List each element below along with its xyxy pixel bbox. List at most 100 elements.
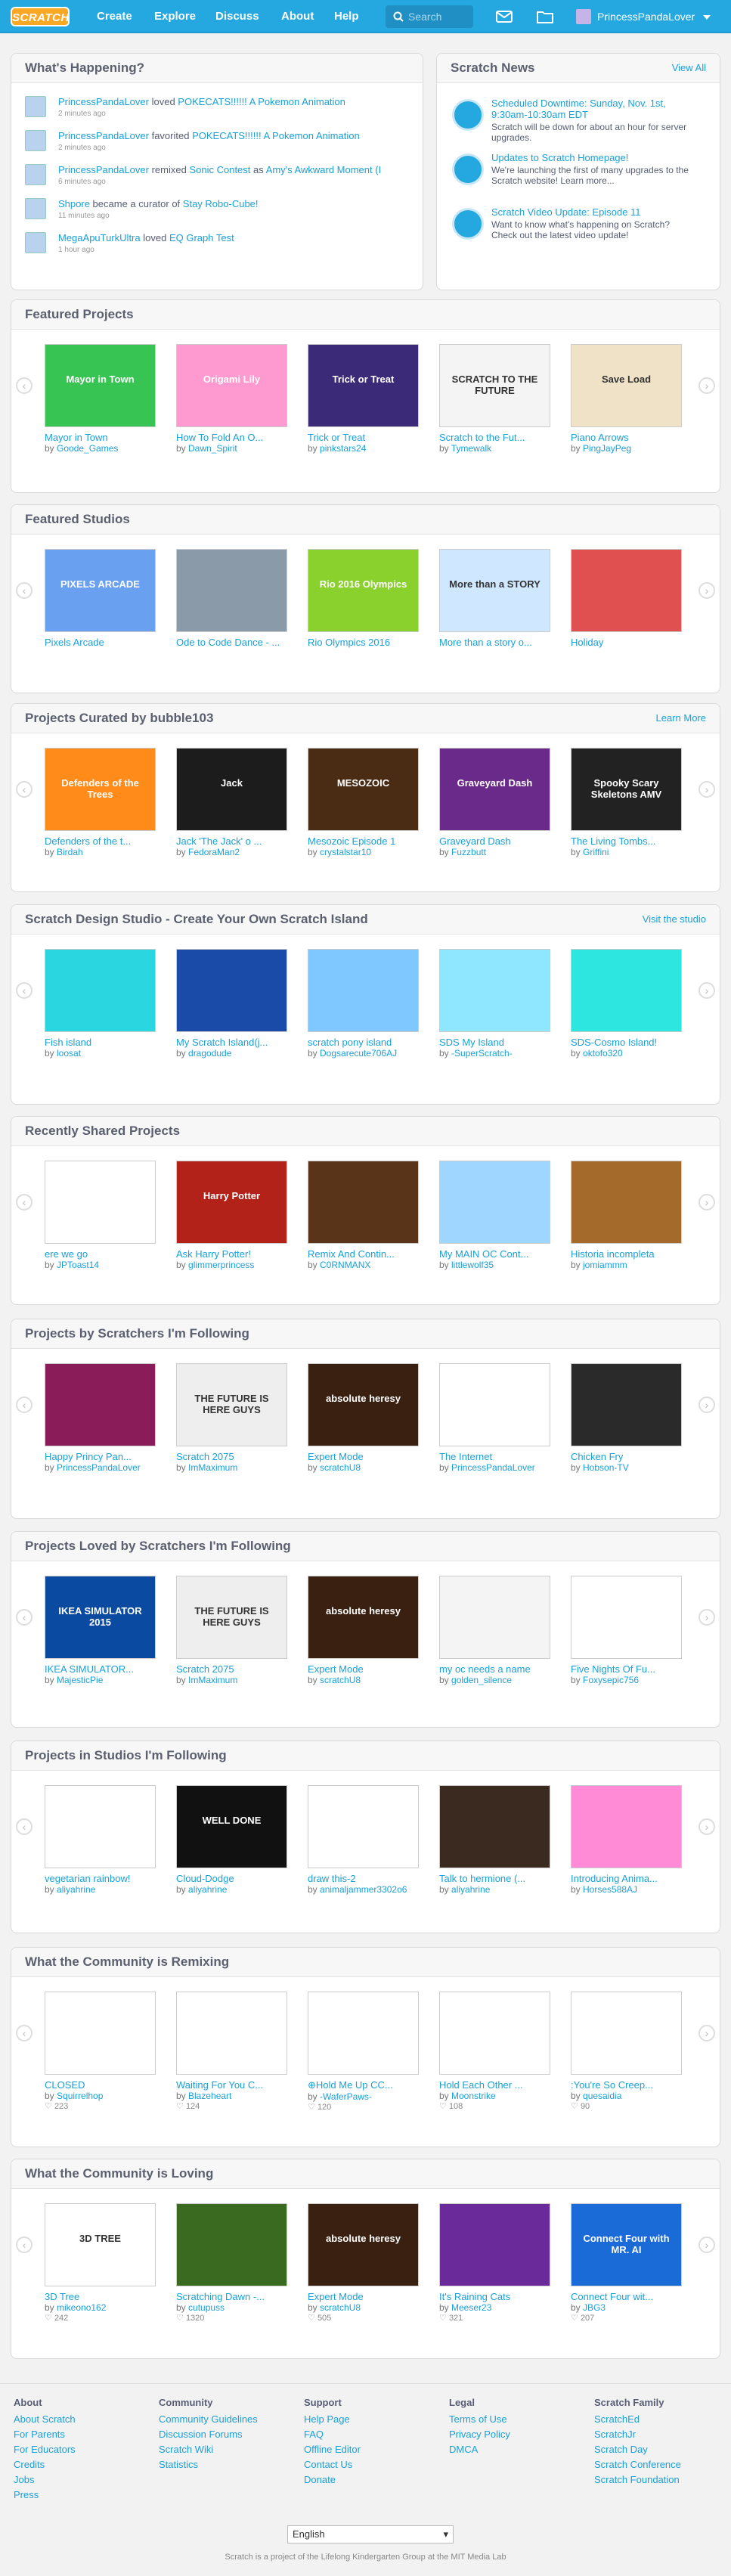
project-card[interactable]: Defenders of the Trees Defenders of the t… xyxy=(45,748,156,857)
footer-link[interactable]: Donate xyxy=(304,2472,361,2488)
project-title[interactable]: Talk to hermione (... xyxy=(439,1873,550,1884)
project-title[interactable]: Scratch 2075 xyxy=(176,1663,287,1675)
project-card[interactable]: More than a STORY More than a story o... xyxy=(439,549,550,648)
project-thumbnail[interactable] xyxy=(439,1363,550,1446)
project-card[interactable]: Scratching Dawn -... by cutupuss ♡ 1320 xyxy=(176,2203,287,2323)
project-thumbnail[interactable] xyxy=(571,549,682,632)
project-thumbnail[interactable]: Rio 2016 Olympics xyxy=(308,549,419,632)
author-link[interactable]: ImMaximum xyxy=(188,1462,237,1473)
project-card[interactable]: SDS-Cosmo Island! by oktofo320 xyxy=(571,949,682,1059)
carousel-header-link[interactable]: Visit the studio xyxy=(643,905,706,934)
footer-link[interactable]: Terms of Use xyxy=(449,2412,510,2427)
project-title[interactable]: How To Fold An O... xyxy=(176,432,287,443)
carousel-prev-arrow-icon[interactable]: ‹ xyxy=(16,2025,33,2041)
nav-explore[interactable]: Explore xyxy=(154,0,196,33)
author-link[interactable]: Foxysepic756 xyxy=(583,1675,639,1685)
project-title[interactable]: Jack 'The Jack' o ... xyxy=(176,835,287,847)
project-card[interactable]: my oc needs a name by golden_silence xyxy=(439,1576,550,1685)
footer-link[interactable]: For Parents xyxy=(14,2427,76,2442)
carousel-prev-arrow-icon[interactable]: ‹ xyxy=(16,582,33,599)
project-title[interactable]: Scratch 2075 xyxy=(176,1451,287,1462)
project-title[interactable]: Holiday xyxy=(571,637,682,648)
project-card[interactable]: PIXELS ARCADE Pixels Arcade xyxy=(45,549,156,648)
project-title[interactable]: Graveyard Dash xyxy=(439,835,550,847)
project-thumbnail[interactable]: absolute heresy xyxy=(308,2203,419,2286)
project-title[interactable]: Expert Mode xyxy=(308,1451,419,1462)
carousel-prev-arrow-icon[interactable]: ‹ xyxy=(16,781,33,798)
footer-link[interactable]: ScratchJr xyxy=(594,2427,681,2442)
project-card[interactable]: Graveyard Dash Graveyard Dash by Fuzzbutt xyxy=(439,748,550,857)
project-title[interactable]: Historia incompleta xyxy=(571,1248,682,1260)
project-title[interactable]: my oc needs a name xyxy=(439,1663,550,1675)
author-link[interactable]: Griffini xyxy=(583,847,609,857)
project-title[interactable]: The Internet xyxy=(439,1451,550,1462)
carousel-prev-arrow-icon[interactable]: ‹ xyxy=(16,2237,33,2253)
activity-target-link[interactable]: EQ Graph Test xyxy=(169,232,234,243)
project-thumbnail[interactable] xyxy=(439,2203,550,2286)
project-card[interactable]: It's Raining Cats by Meeser23 ♡ 321 xyxy=(439,2203,550,2323)
project-thumbnail[interactable]: THE FUTURE IS HERE GUYS xyxy=(176,1576,287,1659)
project-title[interactable]: Rio Olympics 2016 xyxy=(308,637,419,648)
project-title[interactable]: SDS My Island xyxy=(439,1037,550,1048)
project-thumbnail[interactable] xyxy=(571,949,682,1032)
carousel-next-arrow-icon[interactable]: › xyxy=(698,982,715,999)
footer-link[interactable]: DMCA xyxy=(449,2442,510,2457)
project-title[interactable]: Ask Harry Potter! xyxy=(176,1248,287,1260)
author-link[interactable]: cutupuss xyxy=(188,2302,225,2313)
avatar[interactable] xyxy=(576,9,591,24)
chevron-down-icon[interactable] xyxy=(703,15,711,20)
author-link[interactable]: Moonstrike xyxy=(451,2091,496,2101)
project-card[interactable]: Five Nights Of Fu... by Foxysepic756 xyxy=(571,1576,682,1685)
news-title[interactable]: Scratch Video Update: Episode 11 xyxy=(491,206,695,218)
project-thumbnail[interactable] xyxy=(439,949,550,1032)
user-thumbnail[interactable] xyxy=(25,96,46,117)
project-thumbnail[interactable] xyxy=(176,549,287,632)
project-thumbnail[interactable] xyxy=(45,949,156,1032)
carousel-next-arrow-icon[interactable]: › xyxy=(698,377,715,394)
author-link[interactable]: PrincessPandaLover xyxy=(451,1462,535,1473)
carousel-prev-arrow-icon[interactable]: ‹ xyxy=(16,1194,33,1211)
project-title[interactable]: scratch pony island xyxy=(308,1037,419,1048)
project-card[interactable]: Connect Four with MR. AI Connect Four wit… xyxy=(571,2203,682,2323)
project-thumbnail[interactable] xyxy=(571,1785,682,1868)
project-card[interactable]: Introducing Anima... by Horses588AJ xyxy=(571,1785,682,1895)
project-card[interactable]: :You're So Creep... by quesaidia ♡ 90 xyxy=(571,1992,682,2111)
activity-user-link[interactable]: MegaApuTurkUltra xyxy=(58,232,141,243)
news-item[interactable]: Scheduled Downtime: Sunday, Nov. 1st, 9:… xyxy=(446,96,695,143)
activity-target-link[interactable]: Stay Robo-Cube! xyxy=(183,198,259,209)
project-title[interactable]: SDS-Cosmo Island! xyxy=(571,1037,682,1048)
project-card[interactable]: SDS My Island by -SuperScratch- xyxy=(439,949,550,1059)
author-link[interactable]: Goode_Games xyxy=(57,443,118,454)
project-thumbnail[interactable]: Save Load xyxy=(571,344,682,427)
activity-target-link[interactable]: Sonic Contest xyxy=(189,164,250,175)
author-link[interactable]: C0RNMANX xyxy=(320,1260,370,1270)
project-thumbnail[interactable] xyxy=(308,1785,419,1868)
project-card[interactable]: Talk to hermione (... by aliyahrine xyxy=(439,1785,550,1895)
author-link[interactable]: Dogsarecute706AJ xyxy=(320,1048,397,1059)
project-thumbnail[interactable] xyxy=(176,2203,287,2286)
author-link[interactable]: Hobson-TV xyxy=(583,1462,629,1473)
project-title[interactable]: My MAIN OC Cont... xyxy=(439,1248,550,1260)
footer-link[interactable]: For Educators xyxy=(14,2442,76,2457)
carousel-prev-arrow-icon[interactable]: ‹ xyxy=(16,377,33,394)
author-link[interactable]: jomiammm xyxy=(583,1260,627,1270)
carousel-next-arrow-icon[interactable]: › xyxy=(698,781,715,798)
author-link[interactable]: aliyahrine xyxy=(188,1884,227,1895)
project-title[interactable]: Happy Princy Pan... xyxy=(45,1451,156,1462)
project-title[interactable]: Waiting For You C... xyxy=(176,2079,287,2091)
project-title[interactable]: Mesozoic Episode 1 xyxy=(308,835,419,847)
author-link[interactable]: quesaidia xyxy=(583,2091,621,2101)
project-card[interactable]: THE FUTURE IS HERE GUYS Scratch 2075 by Im… xyxy=(176,1363,287,1473)
activity-user-link[interactable]: PrincessPandaLover xyxy=(58,164,149,175)
project-title[interactable]: It's Raining Cats xyxy=(439,2291,550,2302)
project-thumbnail[interactable]: Harry Potter xyxy=(176,1161,287,1244)
project-title[interactable]: Piano Arrows xyxy=(571,432,682,443)
project-thumbnail[interactable]: Mayor in Town xyxy=(45,344,156,427)
project-thumbnail[interactable] xyxy=(308,949,419,1032)
project-title[interactable]: Expert Mode xyxy=(308,1663,419,1675)
project-card[interactable]: Origami Lily How To Fold An O... by Dawn_S… xyxy=(176,344,287,454)
news-item[interactable]: Scratch Video Update: Episode 11 Want to … xyxy=(446,205,695,250)
footer-link[interactable]: Contact Us xyxy=(304,2457,361,2472)
author-link[interactable]: Horses588AJ xyxy=(583,1884,637,1895)
footer-link[interactable]: Scratch Foundation xyxy=(594,2472,681,2488)
